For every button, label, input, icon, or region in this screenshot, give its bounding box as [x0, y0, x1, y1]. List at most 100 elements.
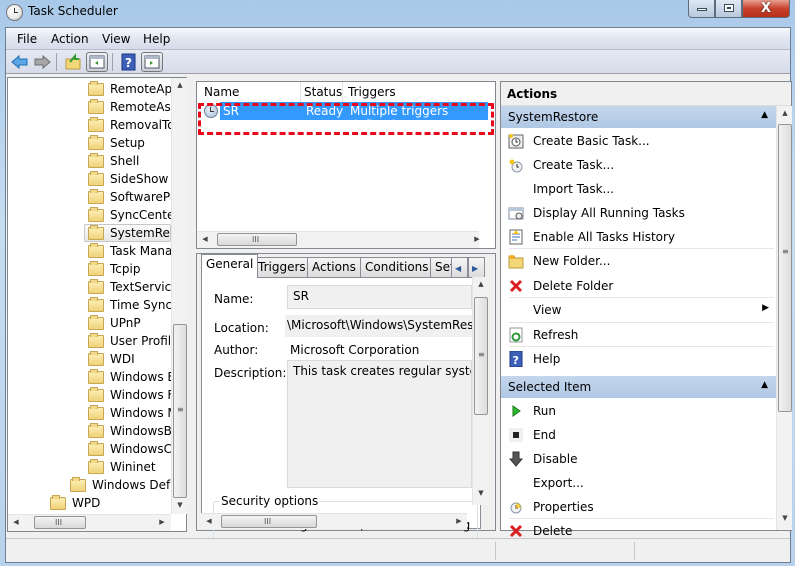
title-bar[interactable]: Task Scheduler X: [0, 0, 795, 26]
action-item[interactable]: Enable All Tasks History: [501, 225, 776, 249]
action-item[interactable]: Refresh: [501, 323, 776, 347]
tree-item[interactable]: UPnP: [88, 314, 171, 332]
menu-help[interactable]: Help: [143, 32, 170, 46]
tree-item[interactable]: WindowsBa: [88, 422, 171, 440]
scroll-left-arrow-icon[interactable]: ◀: [197, 235, 213, 243]
tasklist-hscroll-thumb[interactable]: III: [217, 233, 297, 246]
tasklist-horizontal-scrollbar[interactable]: ◀ III ▶: [197, 231, 480, 248]
scroll-down-arrow-icon[interactable]: ▼: [777, 514, 793, 522]
action-item[interactable]: Run: [501, 399, 776, 423]
tree-item[interactable]: WPD: [50, 494, 171, 512]
tree-item[interactable]: WindowsCo: [88, 440, 171, 458]
scroll-right-arrow-icon[interactable]: ▶: [469, 235, 485, 243]
show-hide-console-tree-button[interactable]: [86, 52, 108, 72]
details-horizontal-scrollbar[interactable]: ◀ III ▶: [201, 513, 467, 529]
details-hscroll-thumb[interactable]: III: [221, 515, 317, 528]
tab-scroll-left[interactable]: ◀: [451, 257, 468, 277]
tree-item[interactable]: SystemRest: [84, 224, 171, 242]
tree-item[interactable]: Windows Er: [88, 368, 171, 386]
minimize-button[interactable]: [688, 0, 715, 18]
action-item[interactable]: View ▶: [501, 298, 776, 322]
tab-actions[interactable]: Actions: [307, 257, 361, 277]
action-item[interactable]: Display All Running Tasks: [501, 201, 776, 225]
action-item[interactable]: ? Help: [501, 347, 776, 371]
details-vertical-scrollbar[interactable]: ▲ ≡ ▼: [472, 277, 488, 505]
menu-view[interactable]: View: [102, 32, 130, 46]
scroll-down-arrow-icon[interactable]: ▼: [172, 501, 188, 509]
actions-section-header[interactable]: SystemRestore ▲: [501, 106, 776, 128]
action-item[interactable]: Properties: [501, 495, 776, 519]
tree-item[interactable]: Shell: [88, 152, 171, 170]
tree-item[interactable]: RemoteAss: [88, 98, 171, 116]
scroll-down-arrow-icon[interactable]: ▼: [473, 489, 489, 497]
author-label: Author:: [214, 343, 259, 357]
tree-item[interactable]: TextService: [88, 278, 171, 296]
action-item[interactable]: Disable: [501, 447, 776, 471]
tree-scroll-thumb[interactable]: ≡: [173, 324, 187, 498]
tree-item[interactable]: Windows Defer: [70, 476, 171, 494]
show-hide-action-pane-button[interactable]: [141, 52, 163, 72]
tree-item[interactable]: User Profile: [88, 332, 171, 350]
tab-general[interactable]: General: [201, 254, 259, 278]
tree-item[interactable]: RemoteApp: [88, 80, 171, 98]
action-item[interactable]: Create Basic Task...: [501, 129, 776, 153]
tree-item[interactable]: SyncCenter: [88, 206, 171, 224]
action-label: Enable All Tasks History: [533, 230, 676, 244]
action-item[interactable]: End: [501, 423, 776, 447]
collapse-icon[interactable]: ▲: [761, 110, 768, 120]
tree-item[interactable]: RemovalTo: [88, 116, 171, 134]
description-field[interactable]: This task creates regular system p: [287, 360, 472, 488]
forward-button[interactable]: [33, 53, 51, 71]
scroll-right-arrow-icon[interactable]: ▶: [154, 518, 170, 526]
tree-item[interactable]: WDI: [88, 350, 171, 368]
tab-scroll-right[interactable]: ▶: [468, 257, 485, 277]
action-item[interactable]: New Folder...: [501, 249, 776, 273]
actions-section-header[interactable]: Selected Item ▲: [501, 375, 776, 398]
actions-scroll-thumb[interactable]: ≡: [778, 124, 792, 412]
tree-item[interactable]: SoftwarePro: [88, 188, 171, 206]
column-divider[interactable]: [342, 82, 343, 102]
tree-horizontal-scrollbar[interactable]: ◀ III ▶: [8, 514, 171, 531]
location-field[interactable]: \Microsoft\Windows\SystemResto: [285, 315, 472, 337]
tab-settings[interactable]: Set: [430, 257, 452, 277]
menu-file[interactable]: File: [17, 32, 37, 46]
column-header-triggers[interactable]: Triggers: [348, 85, 396, 99]
details-scroll-thumb[interactable]: ≡: [474, 297, 488, 415]
scroll-up-arrow-icon[interactable]: ▲: [172, 81, 188, 89]
tree-item[interactable]: Setup: [88, 134, 171, 152]
tree-item[interactable]: Wininet: [88, 458, 171, 476]
scroll-right-arrow-icon[interactable]: ▶: [451, 517, 467, 525]
collapse-icon[interactable]: ▲: [761, 380, 768, 390]
scroll-left-arrow-icon[interactable]: ◀: [201, 517, 217, 525]
tree-item[interactable]: SideShow: [88, 170, 171, 188]
up-folder-button[interactable]: [64, 53, 82, 71]
tab-conditions[interactable]: Conditions: [360, 257, 434, 277]
column-header-status[interactable]: Status: [304, 85, 342, 99]
action-item[interactable]: Create Task...: [501, 153, 776, 177]
actions-vertical-scrollbar[interactable]: ▲ ≡ ▼: [776, 106, 792, 530]
tree-item[interactable]: Time Synch: [88, 296, 171, 314]
tree-item[interactable]: Task Manag: [88, 242, 171, 260]
action-item[interactable]: Export...: [501, 471, 776, 495]
tree-vertical-scrollbar[interactable]: ▲ ≡ ▼: [171, 78, 187, 514]
tree-item[interactable]: Windows Fi: [88, 386, 171, 404]
action-item[interactable]: Import Task...: [501, 177, 776, 201]
name-field[interactable]: SR: [287, 285, 472, 309]
tab-triggers[interactable]: Triggers: [253, 257, 311, 277]
scroll-left-arrow-icon[interactable]: ◀: [8, 518, 24, 526]
action-item[interactable]: Delete Folder: [501, 274, 776, 298]
maximize-button[interactable]: [715, 0, 742, 18]
back-button[interactable]: [11, 53, 29, 71]
column-divider[interactable]: [300, 82, 301, 102]
tree-hscroll-thumb[interactable]: III: [34, 516, 86, 529]
tree-item[interactable]: Windows M: [88, 404, 171, 422]
location-label: Location:: [214, 321, 269, 335]
tree-item[interactable]: Tcpip: [88, 260, 171, 278]
column-header-name[interactable]: Name: [204, 85, 239, 99]
scroll-up-arrow-icon[interactable]: ▲: [777, 109, 793, 117]
tree-item-label: SystemRest: [110, 226, 170, 240]
scroll-up-arrow-icon[interactable]: ▲: [473, 280, 489, 288]
help-button[interactable]: ?: [120, 53, 138, 71]
close-button[interactable]: X: [742, 0, 790, 18]
menu-action[interactable]: Action: [51, 32, 89, 46]
